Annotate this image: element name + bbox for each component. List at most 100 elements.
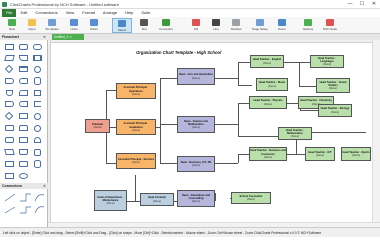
close-icon[interactable]: ✕	[43, 34, 46, 40]
school-counsellor-box[interactable]: School Counsellor [Name]	[231, 192, 271, 204]
minimize-button[interactable]: —	[344, 0, 356, 9]
connector-straight[interactable]	[4, 193, 16, 202]
shape-process[interactable]	[5, 44, 14, 50]
shadow-button[interactable]: Shadow	[226, 18, 246, 33]
zoom-button[interactable]: Zoom	[272, 18, 292, 33]
close-button[interactable]: ✕	[368, 0, 380, 9]
select-button[interactable]: Select	[112, 18, 132, 33]
shape-internal-storage[interactable]	[19, 137, 28, 143]
connector-line	[135, 175, 136, 201]
shape-database[interactable]	[34, 160, 41, 168]
vertical-scrollbar[interactable]	[372, 40, 380, 222]
asst-principal-services-box[interactable]: Assistant Principal - Services [Name]	[116, 153, 156, 169]
dean-attendance-box[interactable]: Dean - Attendance and Counselling [Name]	[177, 190, 215, 207]
shape-summing[interactable]	[34, 125, 41, 132]
connector-arrow[interactable]	[4, 206, 16, 214]
head-teacher-music-box[interactable]: Head Teacher - Music [Name]	[256, 78, 288, 91]
shape-hexagon[interactable]	[5, 125, 14, 131]
menu-connections[interactable]: Connections	[31, 9, 61, 17]
head-maintenance-box[interactable]: Head of Department - Maintenance [Name]	[94, 190, 127, 211]
close-icon[interactable]: ✕	[43, 183, 46, 189]
shape-document[interactable]	[19, 55, 28, 61]
head-teacher-business-box[interactable]: Head Teacher - Business and Commerce [Na…	[249, 147, 287, 161]
line-icon	[212, 19, 220, 26]
principal-box[interactable]: Principal [Name]	[85, 119, 110, 133]
head-teacher-social-studies-box[interactable]: Head Teacher - Social Studies [Name]	[316, 78, 350, 93]
redo-button[interactable]: Redo	[84, 18, 104, 33]
dean-science-box[interactable]: Dean - Science and Mathematics [Name]	[177, 116, 215, 133]
fill-button[interactable]: Fill	[186, 18, 206, 33]
menu-edit[interactable]: Edit	[16, 9, 31, 17]
window-title: ClickCharts Professional by NCH Software…	[10, 1, 119, 7]
head-teacher-mathematics-box[interactable]: Head Teacher - Mathematics [Name]	[278, 127, 312, 140]
menu-file[interactable]: File	[2, 9, 17, 17]
connector-button[interactable]: Connector	[156, 18, 176, 33]
shape-tape[interactable]	[5, 137, 14, 143]
new-button[interactable]: New	[2, 18, 22, 33]
dean-arts-box[interactable]: Dean - Arts and Humanities [Name]	[177, 68, 215, 85]
shape-cylinder[interactable]	[34, 77, 41, 85]
chart-canvas[interactable]: Organization Chart Template - High Schoo…	[48, 40, 372, 222]
head-teacher-physics-box[interactable]: Head Teacher - Physics [Name]	[249, 96, 287, 109]
line-button[interactable]: Line	[206, 18, 226, 33]
shape-collate[interactable]	[19, 113, 28, 119]
shape-sort[interactable]	[4, 111, 14, 121]
templates-button[interactable]: Templates	[42, 18, 62, 33]
menu-view[interactable]: View	[62, 9, 79, 17]
shape-ellipse[interactable]	[19, 173, 28, 179]
shape-manual-input[interactable]	[19, 66, 28, 72]
shape-triangle[interactable]	[34, 137, 41, 143]
connector-curved-arrow[interactable]	[34, 206, 45, 214]
shape-off-page[interactable]	[6, 90, 13, 96]
connector-curved[interactable]	[34, 194, 45, 202]
menu-help[interactable]: Help	[121, 9, 137, 17]
menu-arrange[interactable]: Arrange	[99, 9, 121, 17]
shape-annotation[interactable]	[34, 101, 41, 107]
connectors-panel-title: Connectors	[2, 184, 22, 188]
head-librarian-box[interactable]: Head Librarian [Name]	[140, 193, 174, 206]
menu-suite[interactable]: Suite	[137, 9, 154, 17]
shape-decision[interactable]	[4, 64, 14, 74]
shape-circle[interactable]	[34, 66, 41, 73]
shape-callout[interactable]	[19, 161, 28, 167]
shape-loop-limit[interactable]	[19, 125, 28, 131]
shape-octagon[interactable]	[34, 149, 41, 156]
menu-format[interactable]: Format	[78, 9, 99, 17]
shape-card[interactable]	[19, 90, 28, 96]
shape-star[interactable]	[5, 161, 14, 167]
shape-terminator[interactable]	[33, 44, 42, 50]
asst-principal-academics-box[interactable]: Assistant Principal - Academics [Name]	[116, 119, 156, 135]
asst-principal-operations-box[interactable]: Assistant Principal - Operations [Name]	[116, 83, 156, 99]
text-button[interactable]: Text	[134, 18, 154, 33]
head-teacher-biology-box[interactable]: Head Teacher - Biology [Name]	[318, 104, 352, 117]
head-teacher-languages-box[interactable]: Head Teacher - Languages [Name]	[310, 55, 344, 68]
nch-suite-button[interactable]: NCH Suite	[320, 18, 340, 33]
shape-trapezoid[interactable]	[19, 149, 28, 155]
shape-data[interactable]	[4, 55, 15, 61]
chart-title: Organization Chart Template - High Schoo…	[136, 50, 222, 55]
shapes-panel: Flowchart ✕ Connectors ✕	[0, 34, 48, 227]
shape-preparation[interactable]	[5, 78, 14, 84]
shape-or[interactable]	[34, 113, 41, 120]
maximize-button[interactable]: ☐	[356, 0, 368, 9]
shape-delay[interactable]	[5, 101, 14, 107]
undo-button[interactable]: Undo	[64, 18, 84, 33]
shape-display[interactable]	[19, 78, 28, 84]
open-button[interactable]: Open	[22, 18, 42, 33]
options-button[interactable]: Options	[298, 18, 318, 33]
vertical-ruler	[48, 40, 51, 222]
connector-elbow[interactable]	[20, 193, 31, 202]
head-teacher-ict-box[interactable]: Head Teacher - ICT [Name]	[305, 147, 335, 161]
head-teacher-english-box[interactable]: Head Teacher - English [Name]	[250, 55, 284, 68]
shape-stored-data[interactable]	[19, 101, 28, 107]
shape-note[interactable]	[5, 173, 14, 179]
shape-merge[interactable]	[34, 90, 41, 96]
head-teacher-sports-box[interactable]: Head Teacher - Sports [Name]	[341, 147, 371, 161]
shape-rounded-process[interactable]	[19, 44, 28, 50]
connector-line	[286, 154, 296, 155]
shape-predefined[interactable]	[33, 55, 42, 61]
connector-elbow-arrow[interactable]	[20, 206, 31, 214]
page-setup-button[interactable]: Page Setup	[250, 18, 270, 33]
dean-business-box[interactable]: Dean - Business, ICT, PE [Name]	[177, 156, 215, 172]
shape-parallelogram[interactable]	[4, 149, 15, 155]
